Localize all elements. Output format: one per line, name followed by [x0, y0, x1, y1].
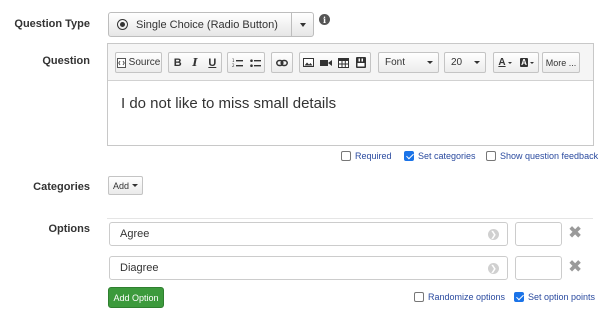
- required-checkbox[interactable]: Required: [341, 151, 392, 161]
- link-button[interactable]: [271, 52, 293, 73]
- more-button[interactable]: More ...: [542, 52, 580, 73]
- option-text-input[interactable]: Agree ❯: [109, 222, 508, 246]
- set-categories-checkbox[interactable]: Set categories: [404, 151, 476, 161]
- question-label: Question: [42, 55, 90, 67]
- table-icon: [338, 57, 350, 68]
- background-color-button[interactable]: A: [516, 53, 538, 72]
- chevron-down-icon: [529, 61, 534, 64]
- list-group: 12: [227, 52, 265, 73]
- set-option-points-checkbox[interactable]: Set option points: [514, 292, 595, 302]
- italic-button[interactable]: I: [186, 53, 203, 72]
- randomize-options-checkbox[interactable]: Randomize options: [414, 292, 505, 302]
- show-feedback-label: Show question feedback: [500, 151, 599, 161]
- randomize-options-label: Randomize options: [428, 292, 506, 302]
- remove-option-icon[interactable]: ✖: [568, 257, 582, 277]
- question-type-label: Question Type: [14, 18, 90, 30]
- randomize-options-checkbox-box[interactable]: [414, 292, 424, 302]
- required-label: Required: [355, 151, 392, 161]
- chevron-down-icon: [132, 184, 138, 187]
- bulleted-list-button[interactable]: [246, 53, 264, 72]
- numbered-list-icon: 12: [232, 58, 243, 68]
- underline-button[interactable]: U: [204, 53, 221, 72]
- question-type-select[interactable]: Single Choice (Radio Button): [108, 12, 314, 37]
- divider: [107, 218, 593, 219]
- set-option-points-checkbox-box[interactable]: [514, 292, 524, 302]
- color-group: A A: [493, 52, 539, 73]
- question-text-area[interactable]: I do not like to miss small details: [108, 81, 593, 112]
- option-points-input[interactable]: [515, 222, 562, 246]
- option-text-input[interactable]: Diagree ❯: [109, 256, 508, 280]
- add-category-label: Add: [112, 180, 129, 191]
- show-feedback-checkbox-box[interactable]: [486, 151, 496, 161]
- link-icon: [276, 59, 288, 66]
- set-categories-checkbox-box[interactable]: [404, 151, 414, 161]
- text-color-icon: A: [498, 57, 506, 68]
- source-button[interactable]: Source: [115, 52, 162, 73]
- text-color-button[interactable]: A: [494, 53, 516, 72]
- question-type-value: Single Choice (Radio Button): [136, 18, 278, 31]
- bold-button[interactable]: B: [169, 53, 186, 72]
- info-icon[interactable]: i: [319, 14, 330, 25]
- format-group: B I U: [168, 52, 222, 73]
- set-categories-label: Set categories: [418, 151, 476, 161]
- youtube-button[interactable]: [353, 53, 371, 72]
- option-text: Diagree: [120, 262, 159, 274]
- media-group: [299, 52, 371, 73]
- source-icon: [116, 57, 126, 68]
- source-label: Source: [128, 57, 161, 68]
- bulleted-list-icon: [249, 58, 261, 67]
- radio-button-icon: [117, 19, 128, 30]
- chevron-down-icon: [507, 61, 512, 64]
- chevron-down-icon: [474, 61, 480, 64]
- options-label: Options: [48, 223, 90, 235]
- font-family-value: Font: [385, 57, 406, 68]
- arrow-right-icon: ❯: [488, 229, 499, 240]
- background-color-icon: A: [520, 58, 528, 67]
- chevron-down-icon: [299, 22, 306, 27]
- video-camera-icon: [320, 59, 333, 66]
- font-size-dropdown[interactable]: 20: [444, 52, 486, 73]
- editor-toolbar: Source B I U 12 Font 20 A A More ...: [108, 44, 593, 81]
- numbered-list-button[interactable]: 12: [228, 53, 246, 72]
- arrow-right-icon: ❯: [488, 263, 499, 274]
- required-checkbox-box[interactable]: [341, 151, 351, 161]
- image-button[interactable]: [300, 53, 318, 72]
- question-type-dropdown-button[interactable]: [291, 13, 313, 36]
- remove-option-icon[interactable]: ✖: [568, 223, 582, 243]
- option-text: Agree: [120, 228, 150, 240]
- image-icon: [303, 58, 315, 67]
- set-option-points-label: Set option points: [528, 292, 596, 302]
- option-points-input[interactable]: [515, 256, 562, 280]
- svg-text:2: 2: [232, 63, 235, 68]
- add-option-button[interactable]: Add Option: [108, 287, 164, 308]
- chevron-down-icon: [427, 61, 433, 64]
- youtube-icon: [356, 57, 367, 68]
- more-label: More ...: [545, 57, 577, 68]
- font-family-dropdown[interactable]: Font: [378, 52, 439, 73]
- rich-text-editor: Source B I U 12 Font 20 A A More ... I d…: [107, 43, 594, 146]
- add-category-button[interactable]: Add: [108, 176, 143, 195]
- video-button[interactable]: [318, 53, 336, 72]
- show-feedback-checkbox[interactable]: Show question feedback: [486, 151, 598, 161]
- font-size-value: 20: [451, 57, 463, 68]
- categories-label: Categories: [33, 181, 90, 193]
- table-button[interactable]: [335, 53, 353, 72]
